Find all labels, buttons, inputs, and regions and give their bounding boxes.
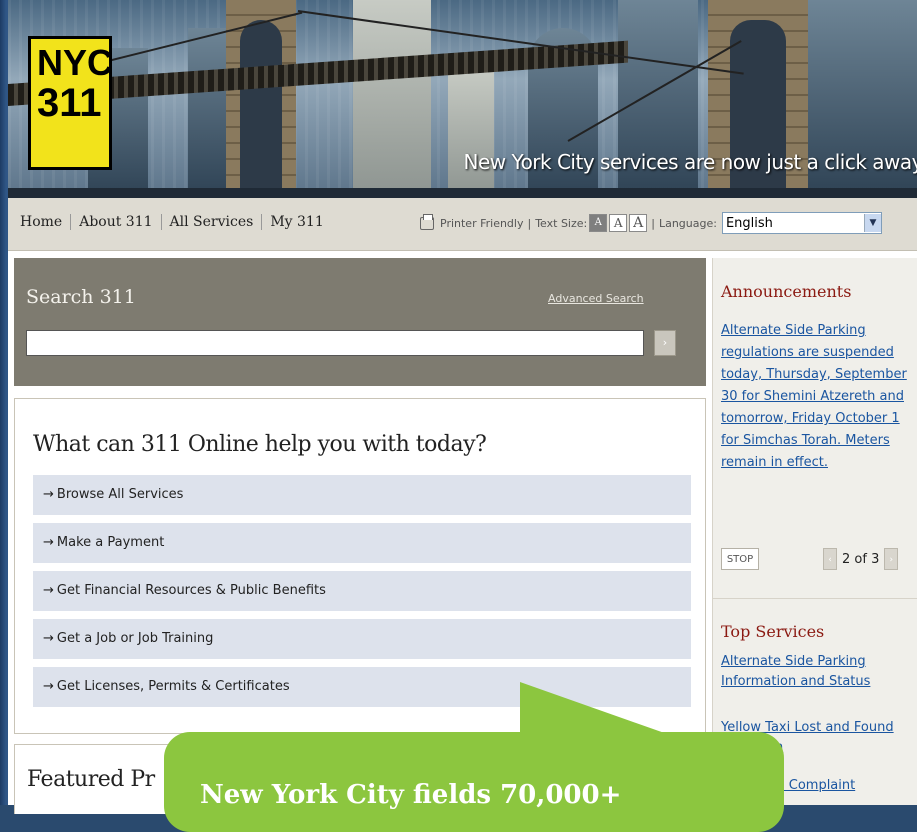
nav-link-about[interactable]: About 311 bbox=[79, 214, 152, 230]
announcements-title: Announcements bbox=[721, 282, 852, 301]
logo-text-311: 311 bbox=[37, 81, 102, 125]
top-services-title: Top Services bbox=[721, 622, 825, 641]
help-panel: What can 311 Online help you with today?… bbox=[14, 398, 706, 734]
tools-separator: | bbox=[527, 216, 532, 230]
callout-text: New York City fields 70,000+ bbox=[200, 780, 622, 810]
help-link-label: Make a Payment bbox=[56, 535, 165, 550]
help-panel-title: What can 311 Online help you with today? bbox=[33, 432, 487, 457]
printer-friendly-link[interactable]: Printer Friendly bbox=[440, 217, 523, 230]
next-icon[interactable]: › bbox=[884, 548, 899, 570]
advanced-search-link[interactable]: Advanced Search bbox=[548, 292, 644, 305]
help-link-label: Get Licenses, Permits & Certificates bbox=[56, 679, 290, 694]
nav-link-home[interactable]: Home bbox=[20, 214, 62, 230]
banner-tagline: New York City services are now just a cl… bbox=[463, 150, 917, 174]
search-title: Search 311 bbox=[26, 286, 136, 308]
text-size-small-button[interactable]: A bbox=[589, 214, 608, 232]
nav-link-my311[interactable]: My 311 bbox=[270, 214, 323, 230]
help-link-job-training[interactable]: → Get a Job or Job Training bbox=[33, 619, 691, 659]
nav-separator bbox=[160, 214, 162, 230]
announcement-stop-button[interactable]: STOP bbox=[721, 548, 759, 570]
search-submit-button[interactable]: › bbox=[654, 330, 676, 356]
help-link-label: Get a Job or Job Training bbox=[56, 631, 214, 646]
help-link-financial-resources[interactable]: → Get Financial Resources & Public Benefi… bbox=[33, 571, 691, 611]
help-link-browse-services[interactable]: → Browse All Services bbox=[33, 475, 691, 515]
text-size-medium-button[interactable]: A bbox=[609, 214, 628, 232]
arrow-right-icon: → bbox=[43, 631, 54, 646]
arrow-right-icon: → bbox=[43, 535, 54, 550]
help-link-licenses-permits[interactable]: → Get Licenses, Permits & Certificates bbox=[33, 667, 691, 707]
nyc311-logo[interactable]: NYC 311 bbox=[28, 36, 114, 170]
arrow-right-icon: → bbox=[43, 487, 54, 502]
right-sidebar: Announcements Alternate Side Parking reg… bbox=[712, 258, 917, 805]
header-banner: NYC 311 New York City services are now j… bbox=[8, 0, 917, 198]
announcement-pager: ‹ 2 of 3 › bbox=[823, 548, 899, 570]
help-link-label: Browse All Services bbox=[56, 487, 184, 502]
previous-icon[interactable]: ‹ bbox=[823, 548, 837, 570]
printer-icon[interactable] bbox=[420, 213, 434, 230]
callout-bubble: New York City fields 70,000+ bbox=[164, 732, 784, 832]
search-input[interactable] bbox=[26, 330, 644, 356]
language-select-value: English bbox=[725, 215, 773, 231]
nav-separator bbox=[261, 214, 263, 230]
announcement-link[interactable]: Alternate Side Parking regulations are s… bbox=[721, 320, 915, 474]
top-service-link[interactable]: Alternate Side Parking Information and S… bbox=[721, 652, 915, 692]
banner-building bbox=[353, 0, 431, 198]
banner-edge bbox=[8, 188, 917, 198]
tools-separator: | bbox=[651, 216, 655, 230]
bridge-arch bbox=[240, 20, 282, 198]
help-link-make-payment[interactable]: → Make a Payment bbox=[33, 523, 691, 563]
text-size-label: Text Size: bbox=[535, 216, 588, 230]
pager-status: 2 of 3 bbox=[842, 551, 880, 567]
chevron-down-icon[interactable]: ▼ bbox=[863, 214, 881, 232]
search-panel: Search 311 Advanced Search › bbox=[14, 258, 706, 386]
logo-text-nyc: NYC bbox=[37, 42, 114, 83]
top-navigation-bar: Home About 311 All Services My 311 Printer … bbox=[8, 198, 917, 251]
help-link-label: Get Financial Resources & Public Benefit… bbox=[56, 583, 326, 598]
top-service-link[interactable]: i Complaint bbox=[781, 776, 917, 796]
nav-separator bbox=[70, 214, 72, 230]
featured-panel-title: Featured Pr bbox=[27, 767, 155, 792]
language-select[interactable]: English ▼ bbox=[721, 212, 882, 234]
language-label: Language: bbox=[658, 216, 717, 230]
arrow-right-icon: → bbox=[43, 679, 54, 694]
banner-building bbox=[448, 68, 494, 198]
sidebar-divider bbox=[713, 598, 917, 599]
primary-nav: Home About 311 All Services My 311 bbox=[20, 214, 324, 230]
text-size-large-button[interactable]: A bbox=[629, 214, 648, 232]
nav-link-all-services[interactable]: All Services bbox=[170, 214, 254, 230]
arrow-right-icon: → bbox=[43, 583, 54, 598]
page-tools: Printer Friendly | Text Size: A A A | La… bbox=[420, 212, 882, 234]
